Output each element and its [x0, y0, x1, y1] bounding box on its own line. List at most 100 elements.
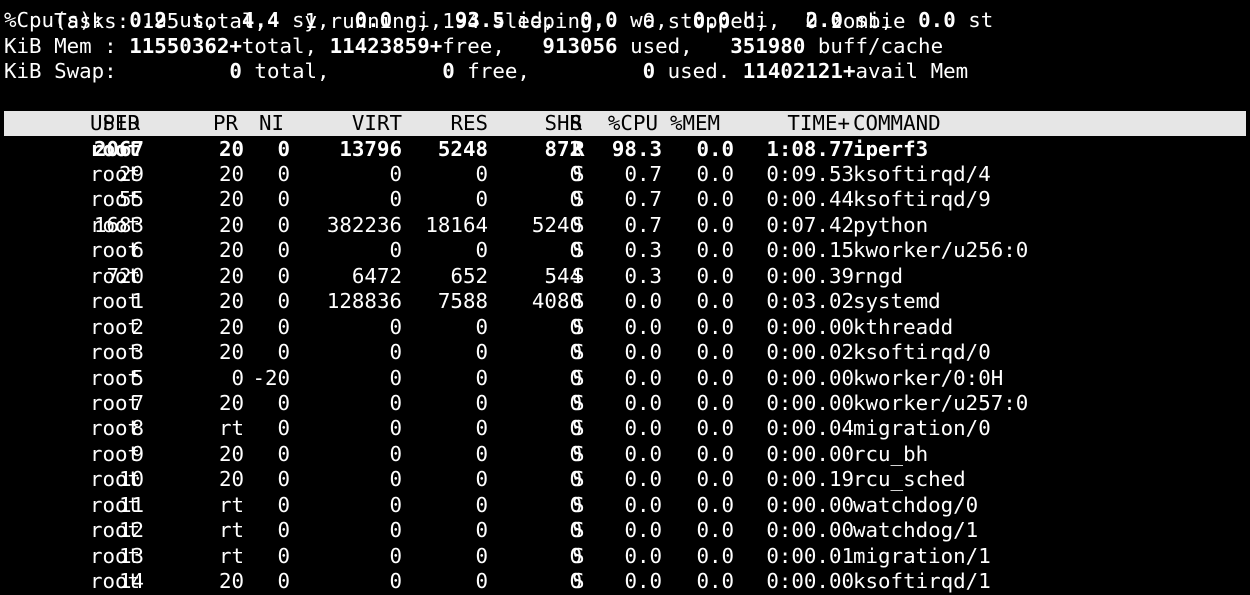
time-cell: 0:00.00: [766, 314, 854, 339]
user-cell: root: [90, 136, 141, 161]
mem-cell: 0.0: [696, 569, 734, 594]
res-cell: 0: [475, 569, 488, 594]
time-cell: 0:00.44: [766, 187, 854, 212]
process-row[interactable]: 3 root 20 0 0 0 0 S 0.0 0.0 0:00.02 ksoftirqd/0: [4, 340, 1246, 365]
virt-cell: 128836: [326, 289, 402, 314]
cpu-cell: 0.0: [624, 365, 662, 390]
process-row[interactable]: 29 root 20 0 0 0 0 S 0.7 0.0 0:09.53 ksoftirqd/4: [4, 162, 1246, 187]
nice-cell: 0: [277, 136, 290, 161]
mem-cell: 0.0: [696, 543, 734, 568]
process-row[interactable]: 8 root rt 0 0 0 0 S 0.0 0.0 0:00.04 migration/0: [4, 416, 1246, 441]
column-header-virt: VIRT: [351, 111, 402, 135]
virt-cell: 0: [389, 569, 402, 594]
process-row[interactable]: 10 root 20 0 0 0 0 S 0.0 0.0 0:00.19 rcu_sched: [4, 467, 1246, 492]
state-cell: R: [572, 136, 585, 161]
process-table-header: PID USER PR NI VIRT RES SHR S %CPU %MEM …: [4, 111, 1246, 136]
cpu-cell: 0.3: [624, 263, 662, 288]
time-cell: 0:00.39: [766, 263, 854, 288]
command-cell: rcu_bh: [853, 441, 929, 466]
process-row[interactable]: 2 root 20 0 0 0 0 S 0.0 0.0 0:00.00 kthreadd: [4, 315, 1246, 340]
res-cell: 0: [475, 314, 488, 339]
state-cell: S: [572, 263, 585, 288]
column-header-cpu: %CPU: [607, 111, 658, 135]
command-cell: python: [853, 212, 929, 237]
command-cell: watchdog/1: [853, 518, 979, 543]
cpu-cell: 0.0: [624, 518, 662, 543]
mem-buff-value: 351980: [730, 33, 806, 58]
mem-cell: 0.0: [696, 441, 734, 466]
user-cell: root: [90, 289, 141, 314]
priority-cell: 20: [218, 136, 244, 161]
mem-used-value: 913056: [542, 33, 618, 58]
shr-cell: 0: [569, 492, 582, 517]
nice-cell: 0: [277, 314, 290, 339]
priority-cell: 20: [218, 340, 244, 365]
process-row[interactable]: 55 root 20 0 0 0 0 S 0.7 0.0 0:00.44 ksoftirqd/9: [4, 187, 1246, 212]
res-cell: 7588: [437, 289, 488, 314]
terminal-window[interactable]: Tasks: 195 total, 1 running, 194 sleepin…: [4, 0, 1250, 593]
cpu-cell: 0.0: [624, 441, 662, 466]
command-cell: watchdog/0: [853, 492, 979, 517]
priority-cell: rt: [218, 518, 244, 543]
time-cell: 0:03.02: [766, 289, 854, 314]
mem-label: KiB Mem :: [4, 33, 130, 58]
process-row[interactable]: 9 root 20 0 0 0 0 S 0.0 0.0 0:00.00 rcu_bh: [4, 442, 1246, 467]
mem-cell: 0.0: [696, 365, 734, 390]
shr-cell: 544: [544, 263, 582, 288]
mem-cell: 0.0: [696, 314, 734, 339]
priority-cell: 20: [218, 569, 244, 594]
process-row[interactable]: 7 root 20 0 0 0 0 S 0.0 0.0 0:00.00 kworker/u257:0: [4, 391, 1246, 416]
process-row[interactable]: 6 root 20 0 0 0 0 S 0.3 0.0 0:00.15 kworker/u256:0: [4, 238, 1246, 263]
state-cell: S: [572, 161, 585, 186]
state-cell: S: [572, 340, 585, 365]
user-cell: root: [90, 492, 141, 517]
process-row[interactable]: 12 root rt 0 0 0 0 S 0.0 0.0 0:00.00 watchdog/1: [4, 518, 1246, 543]
user-cell: root: [90, 212, 141, 237]
state-cell: S: [572, 492, 585, 517]
user-cell: root: [90, 340, 141, 365]
process-row[interactable]: 1 root 20 0 128836 7588 4080 S 0.0 0.0 0:03.02 syst…: [4, 289, 1246, 314]
mem-cell: 0.0: [696, 467, 734, 492]
command-cell: kworker/0:0H: [853, 365, 1004, 390]
virt-cell: 0: [389, 543, 402, 568]
process-row[interactable]: 11 root rt 0 0 0 0 S 0.0 0.0 0:00.00 watchdog/0: [4, 493, 1246, 518]
user-cell: root: [90, 161, 141, 186]
cpu-cell: 0.0: [624, 492, 662, 517]
process-row[interactable]: 2067 root 20 0 13796 5248 872 R 98.3 0.0 1:08.77 ip…: [4, 137, 1246, 162]
cpu-us-label: us,: [166, 8, 217, 32]
nice-cell: 0: [277, 187, 290, 212]
shr-cell: 0: [569, 365, 582, 390]
process-row[interactable]: 720 root 20 0 6472 652 544 S 0.3 0.0 0:00.39 rngd: [4, 264, 1246, 289]
user-cell: root: [90, 518, 141, 543]
mem-cell: 0.0: [696, 518, 734, 543]
mem-cell: 0.0: [696, 212, 734, 237]
process-row[interactable]: 5 root 0 -20 0 0 0 S 0.0 0.0 0:00.00 kworker/0:0H: [4, 366, 1246, 391]
virt-cell: 0: [389, 391, 402, 415]
virt-cell: 0: [389, 365, 402, 390]
process-row[interactable]: 13 root rt 0 0 0 0 S 0.0 0.0 0:00.01 migration/1: [4, 544, 1246, 569]
time-cell: 0:00.00: [766, 569, 854, 594]
user-cell: root: [90, 238, 141, 263]
res-cell: 0: [475, 543, 488, 568]
column-header-shr: SHR: [544, 111, 582, 135]
priority-cell: rt: [218, 492, 244, 517]
shr-cell: 0: [569, 569, 582, 594]
command-cell: kworker/u256:0: [853, 238, 1029, 263]
time-cell: 0:00.01: [766, 543, 854, 568]
time-cell: 1:08.77: [766, 136, 854, 161]
user-cell: root: [90, 314, 141, 339]
res-cell: 0: [475, 187, 488, 212]
mem-cell: 0.0: [696, 492, 734, 517]
state-cell: S: [572, 518, 585, 543]
cpu-si-label: si,: [843, 8, 894, 32]
state-cell: S: [572, 467, 585, 492]
command-cell: ksoftirqd/1: [853, 569, 991, 594]
process-row[interactable]: 14 root 20 0 0 0 0 S 0.0 0.0 0:00.00 ksoftirqd/1: [4, 569, 1246, 594]
nice-cell: 0: [277, 238, 290, 263]
nice-cell: 0: [277, 441, 290, 466]
shr-cell: 0: [569, 543, 582, 568]
user-cell: root: [90, 441, 141, 466]
res-cell: 5248: [437, 136, 488, 161]
process-row[interactable]: 1683 root 20 0 382236 18164 5240 S 0.7 0.0 0:07.42…: [4, 213, 1246, 238]
column-header-command: COMMAND: [853, 111, 941, 135]
